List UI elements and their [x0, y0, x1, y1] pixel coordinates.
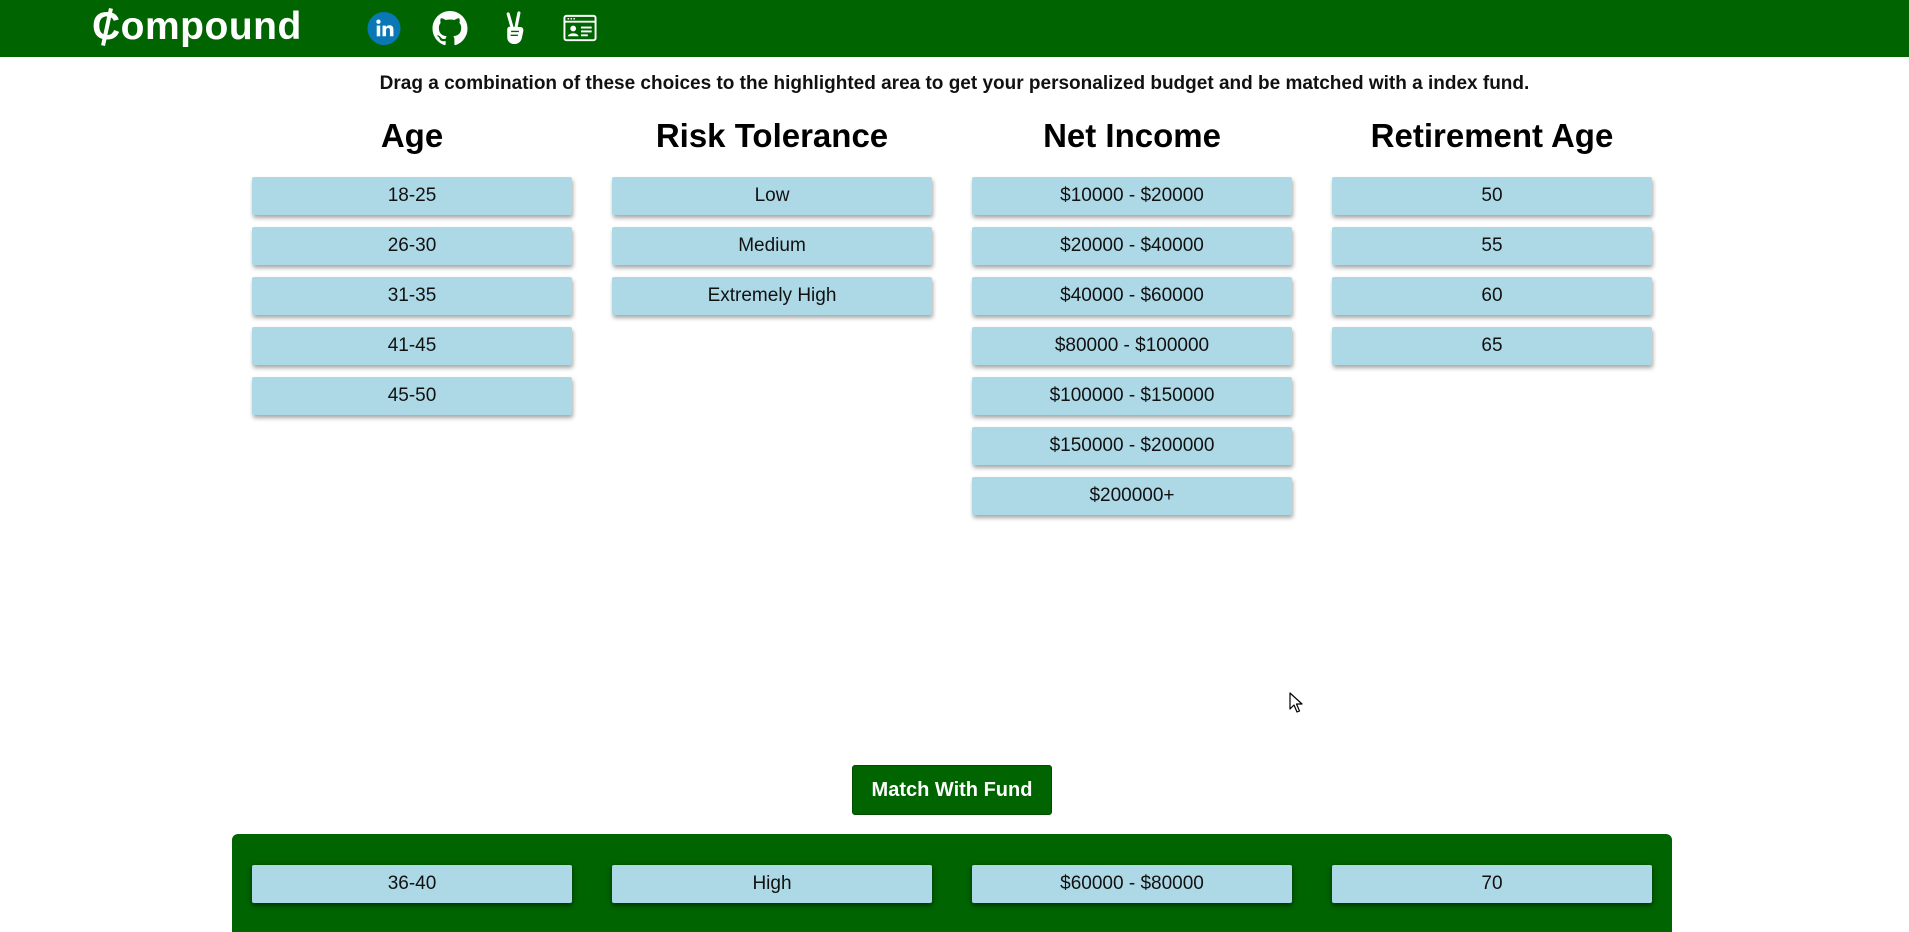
age-option[interactable]: 26-30 [252, 227, 572, 265]
retirement-option[interactable]: 55 [1332, 227, 1652, 265]
income-option[interactable]: $80000 - $100000 [972, 327, 1292, 365]
age-option[interactable]: 31-35 [252, 277, 572, 315]
github-link[interactable] [432, 11, 468, 46]
column-title-retirement-age: Retirement Age [1370, 117, 1614, 154]
age-option[interactable]: 18-25 [252, 177, 572, 215]
cent-sign-icon: C [92, 2, 121, 52]
brand-name: ompound [120, 5, 302, 48]
income-option[interactable]: $100000 - $150000 [972, 377, 1292, 415]
mouse-cursor-icon [1289, 692, 1303, 713]
age-option[interactable]: 41-45 [252, 327, 572, 365]
income-option[interactable]: $20000 - $40000 [972, 227, 1292, 265]
selected-retirement-chip[interactable]: 70 [1332, 865, 1652, 903]
retirement-option[interactable]: 65 [1332, 327, 1652, 365]
match-with-fund-button[interactable]: Match With Fund [852, 765, 1052, 815]
risk-option[interactable]: Medium [612, 227, 932, 265]
column-title-age: Age [380, 117, 444, 154]
brand-logo[interactable]: Compound [92, 2, 302, 52]
peace-hand-icon [506, 11, 524, 45]
linkedin-icon [367, 11, 401, 46]
income-option[interactable]: $150000 - $200000 [972, 427, 1292, 465]
income-option[interactable]: $10000 - $20000 [972, 177, 1292, 215]
income-option[interactable]: $40000 - $60000 [972, 277, 1292, 315]
selected-income-chip[interactable]: $60000 - $80000 [972, 865, 1292, 903]
instructions-text: Drag a combination of these choices to t… [379, 73, 1530, 94]
retirement-option[interactable]: 50 [1332, 177, 1652, 215]
income-option[interactable]: $200000+ [972, 477, 1292, 515]
column-title-risk-tolerance: Risk Tolerance [655, 117, 889, 154]
github-icon [432, 11, 468, 46]
angellist-link[interactable] [500, 11, 530, 46]
retirement-option[interactable]: 60 [1332, 277, 1652, 315]
risk-option[interactable]: Low [612, 177, 932, 215]
id-card-icon [563, 14, 597, 42]
selected-risk-chip[interactable]: High [612, 865, 932, 903]
age-option[interactable]: 45-50 [252, 377, 572, 415]
top-nav-bar: Compound [0, 0, 1909, 57]
linkedin-link[interactable] [366, 11, 402, 46]
portfolio-link[interactable] [562, 11, 598, 46]
risk-option[interactable]: Extremely High [612, 277, 932, 315]
column-title-net-income: Net Income [1043, 117, 1221, 154]
selected-age-chip[interactable]: 36-40 [252, 865, 572, 903]
